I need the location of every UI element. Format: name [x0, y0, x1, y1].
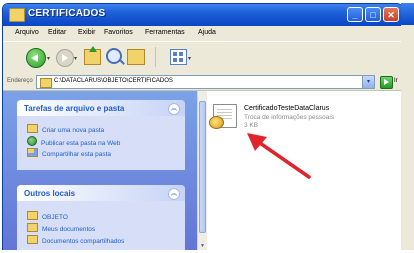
forward-dropdown-icon[interactable]: ▾ — [74, 55, 77, 62]
arrow-shaft — [255, 139, 311, 179]
menu-arquivo[interactable]: Arquivo — [15, 29, 39, 36]
collapse-chevron-icon[interactable]: ︽ — [168, 188, 180, 200]
maximize-button[interactable]: □ — [365, 7, 381, 22]
file-folder-tasks-panel: Tarefas de arquivo e pasta ︽ Criar uma n… — [17, 100, 185, 170]
menu-ajuda[interactable]: Ajuda — [198, 29, 216, 36]
background-window-edge — [401, 3, 414, 253]
back-icon[interactable] — [26, 48, 46, 68]
place-objeto[interactable]: OBJETO — [27, 211, 68, 221]
web-publish-icon — [27, 136, 37, 146]
content-area: Tarefas de arquivo e pasta ︽ Criar uma n… — [3, 91, 402, 251]
address-bar: Endereço C:\DATACLARUS\OBJETO\CERTIFICAD… — [3, 73, 402, 91]
file-name[interactable]: CertificadoTesteDataClarus — [244, 105, 329, 112]
go-button[interactable] — [380, 76, 393, 89]
toolbar: ▾ ▾ ▾ — [3, 41, 402, 74]
folder-icon — [40, 78, 52, 88]
menu-bar: Arquivo Editar Exibir Favoritos Ferramen… — [3, 26, 402, 40]
title-bar[interactable]: CERTIFICADOS _ □ ✕ — [3, 4, 402, 26]
scroll-down-icon[interactable]: ▼ — [199, 243, 206, 250]
task-publish-web[interactable]: Publicar esta pasta na Web — [27, 136, 120, 147]
menu-editar[interactable]: Editar — [48, 29, 66, 36]
panel-title: Tarefas de arquivo e pasta — [24, 104, 125, 113]
address-label: Endereço — [7, 78, 33, 84]
address-input[interactable]: C:\DATACLARUS\OBJETO\CERTIFICADOS ▾ — [36, 75, 375, 89]
toolbar-separator — [155, 47, 156, 67]
background-titlebar — [401, 3, 414, 25]
share-folder-icon — [27, 148, 38, 157]
place-documentos-compartilhados[interactable]: Documentos compartilhados — [27, 235, 124, 245]
menu-ferramentas[interactable]: Ferramentas — [145, 29, 185, 36]
close-button[interactable]: ✕ — [383, 7, 399, 22]
folder-icon — [9, 8, 25, 22]
task-pane: Tarefas de arquivo e pasta ︽ Criar uma n… — [3, 91, 197, 251]
address-dropdown-icon[interactable]: ▾ — [362, 76, 374, 88]
vertical-scrollbar[interactable]: ▼ — [197, 91, 207, 251]
arrow-head — [247, 133, 267, 151]
panel-header[interactable]: Outros locais ︽ — [17, 185, 185, 201]
folders-icon[interactable] — [127, 49, 145, 65]
task-new-folder[interactable]: Criar uma nova pasta — [27, 124, 104, 134]
back-dropdown-icon[interactable]: ▾ — [47, 55, 50, 62]
folder-icon — [27, 211, 38, 220]
background-window-body — [401, 25, 414, 253]
search-icon[interactable] — [106, 48, 122, 64]
documents-folder-icon — [27, 223, 38, 232]
minimize-button[interactable]: _ — [347, 7, 363, 22]
menu-exibir[interactable]: Exibir — [78, 29, 96, 36]
new-folder-icon — [27, 124, 38, 133]
views-dropdown-icon[interactable]: ▾ — [188, 55, 191, 62]
go-label[interactable]: Ir — [394, 78, 398, 84]
panel-title: Outros locais — [24, 189, 76, 198]
menu-favoritos[interactable]: Favoritos — [104, 29, 133, 36]
views-icon[interactable] — [170, 49, 187, 65]
up-folder-icon[interactable] — [84, 46, 101, 65]
forward-icon[interactable] — [56, 49, 74, 67]
seal-icon — [209, 116, 224, 129]
explorer-window: CERTIFICADOS _ □ ✕ Arquivo Editar Exibir… — [2, 3, 403, 252]
certificate-file-icon[interactable] — [209, 104, 237, 129]
annotation-arrow-icon — [247, 133, 311, 179]
task-share-folder[interactable]: Compartilhar esta pasta — [27, 148, 111, 158]
file-size: 3 KB — [244, 122, 259, 129]
scrollbar-thumb[interactable] — [199, 101, 206, 233]
collapse-chevron-icon[interactable]: ︽ — [168, 103, 180, 115]
file-type: Troca de informações pessoais — [244, 114, 335, 121]
shared-folder-icon — [27, 235, 38, 244]
window-title: CERTIFICADOS — [28, 8, 106, 19]
other-places-panel: Outros locais ︽ OBJETO Meus documentos D… — [17, 185, 185, 251]
panel-header[interactable]: Tarefas de arquivo e pasta ︽ — [17, 100, 185, 116]
place-meus-documentos[interactable]: Meus documentos — [27, 223, 95, 233]
address-path: C:\DATACLARUS\OBJETO\CERTIFICADOS — [54, 78, 173, 84]
